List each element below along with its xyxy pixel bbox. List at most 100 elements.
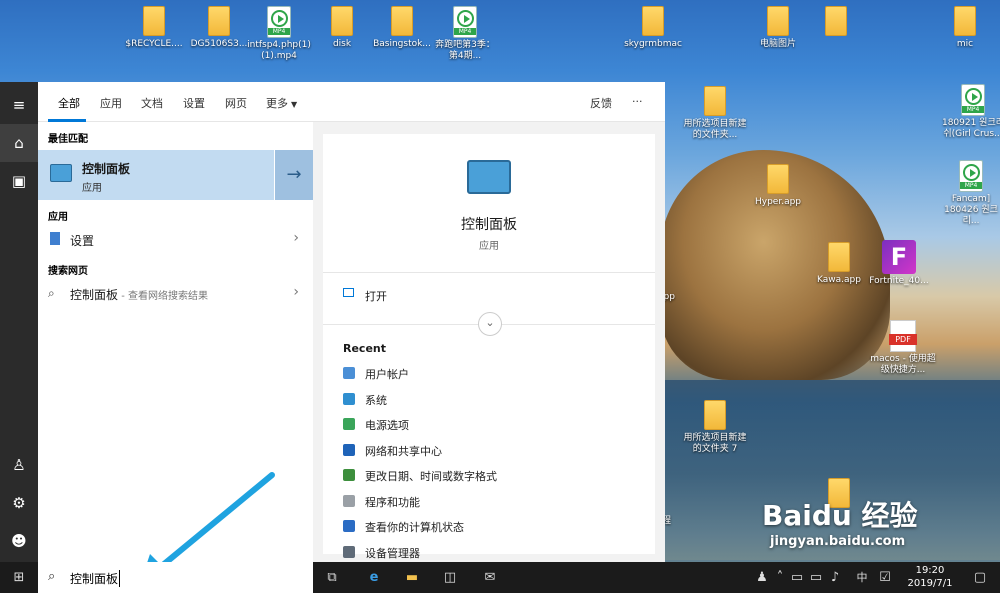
windows-start-icon[interactable]: ⊞ bbox=[5, 562, 33, 593]
web-search-label: 控制面板 - 查看网络搜索结果 bbox=[70, 286, 208, 303]
desktop-icon-folder[interactable]: Basingstok... bbox=[369, 6, 435, 50]
hamburger-icon[interactable]: ≡ bbox=[0, 86, 38, 124]
search-input[interactable]: 控制面板 bbox=[70, 570, 121, 587]
desktop-icon-label: skygrmbmac bbox=[624, 39, 682, 49]
desktop-icon-mp4[interactable]: MP4 Fancam] 180426 원크리... bbox=[938, 160, 1000, 227]
open-action[interactable]: 打开 bbox=[323, 282, 655, 308]
settings-gear-icon[interactable]: ⚙ bbox=[0, 484, 38, 522]
desktop-icon-fortnite[interactable]: F Fortnite_40... bbox=[866, 240, 932, 287]
folder-icon bbox=[767, 6, 789, 36]
recent-item[interactable]: 用户帐户 bbox=[365, 366, 409, 382]
preview-card: 控制面板 应用 打开 ⌄ Recent 用户帐户 系统 电源选项 网络和共享中心 更改日… bbox=[323, 134, 655, 560]
folder-icon bbox=[954, 6, 976, 36]
open-arrow-icon[interactable]: → bbox=[275, 150, 313, 200]
recent-item[interactable]: 程序和功能 bbox=[365, 494, 420, 510]
divider bbox=[323, 272, 655, 273]
desktop-icon-folder[interactable]: 电脑图片 bbox=[745, 6, 811, 50]
folder-icon bbox=[143, 6, 165, 36]
chevron-down-icon: ▼ bbox=[291, 100, 298, 109]
ime-indicator[interactable]: 中 bbox=[852, 562, 872, 593]
account-icon[interactable]: ♙ bbox=[0, 446, 38, 484]
tab-documents[interactable]: 文档 bbox=[141, 95, 163, 111]
desktop-icon-folder[interactable]: DG5106S3... bbox=[186, 6, 252, 50]
folder-icon bbox=[704, 400, 726, 430]
watermark: Baidu 经验 jingyan.baidu.com bbox=[762, 498, 918, 549]
notification-center-icon[interactable]: ▢ bbox=[966, 562, 994, 593]
search-panel: 全部 应用 文档 设置 网页 更多 ▼ 反馈 ··· 最佳匹配 控制面板 应用 →… bbox=[38, 82, 665, 562]
desktop-icon-mp4[interactable]: MP4 奔跑吧第3季：第4期... bbox=[432, 6, 498, 62]
desktop-icon-folder[interactable]: disk bbox=[309, 6, 375, 50]
desktop-icon-folder[interactable]: Kawa.app bbox=[806, 242, 872, 286]
battery-icon[interactable]: ▭ bbox=[806, 562, 826, 593]
control-panel-icon bbox=[50, 164, 72, 182]
chevron-right-icon: › bbox=[293, 284, 299, 300]
network-icon[interactable]: ▭ bbox=[788, 562, 806, 593]
preview-pane: 控制面板 应用 打开 ⌄ Recent 用户帐户 系统 电源选项 网络和共享中心 更改日… bbox=[313, 122, 665, 562]
settings-result-label: 设置 bbox=[70, 234, 95, 248]
edge-browser-icon[interactable]: e bbox=[360, 562, 388, 593]
desktop-icon-folder[interactable]: Hyper.app bbox=[745, 164, 811, 208]
clock[interactable]: 19:20 2019/7/1 bbox=[900, 564, 960, 590]
action-checkbox-icon[interactable]: ☑ bbox=[876, 562, 894, 593]
desktop-partial-label: 程 bbox=[662, 516, 672, 526]
desktop-icon-folder[interactable]: 用所选项目新建的文件夹... bbox=[682, 86, 748, 141]
desktop-icon-folder[interactable] bbox=[803, 6, 869, 39]
desktop-icon-folder[interactable]: $RECYCLE.... bbox=[121, 6, 187, 50]
recent-item-icon bbox=[343, 494, 355, 507]
recent-item[interactable]: 网络和共享中心 bbox=[365, 443, 442, 459]
tab-apps[interactable]: 应用 bbox=[100, 95, 122, 111]
tab-settings[interactable]: 设置 bbox=[183, 95, 205, 111]
expand-chevron-icon[interactable]: ⌄ bbox=[478, 312, 502, 336]
show-hidden-icons-icon[interactable]: ˄ bbox=[772, 562, 788, 593]
desktop-icon-label: Kawa.app bbox=[817, 275, 861, 285]
recent-item-icon bbox=[343, 520, 355, 532]
recent-item[interactable]: 查看你的计算机状态 bbox=[365, 519, 464, 535]
settings-result[interactable]: 设置 › bbox=[38, 226, 313, 254]
folder-icon bbox=[208, 6, 230, 36]
web-search-result[interactable]: ⌕ 控制面板 - 查看网络搜索结果 › bbox=[38, 280, 313, 308]
tab-all[interactable]: 全部 bbox=[58, 95, 80, 111]
pdf-file-icon: PDF bbox=[889, 320, 917, 352]
best-match-item[interactable]: 控制面板 应用 bbox=[38, 150, 274, 200]
video-file-icon: MP4 bbox=[267, 6, 291, 38]
web-search-header: 搜索网页 bbox=[48, 266, 88, 277]
desktop-icon-mp4[interactable]: MP4 intfsp4.php(1)(1).mp4 bbox=[246, 6, 312, 62]
search-tabs: 全部 应用 文档 设置 网页 更多 ▼ 反馈 ··· bbox=[38, 82, 665, 122]
desktop-icon-label: disk bbox=[332, 39, 352, 49]
file-explorer-icon[interactable]: ▬ bbox=[398, 562, 426, 593]
desktop-icon-folder[interactable]: 用所选项目新建的文件夹 7 bbox=[682, 400, 748, 455]
recent-item-icon bbox=[343, 443, 355, 456]
control-panel-large-icon bbox=[467, 160, 511, 194]
desktop-icon-label: intfsp4.php(1)(1).mp4 bbox=[247, 40, 311, 61]
folder-icon bbox=[825, 6, 847, 36]
desktop-icon-pdf[interactable]: PDF macos - 使用超级快捷方... bbox=[870, 320, 936, 376]
apps-header: 应用 bbox=[48, 212, 68, 223]
home-icon[interactable]: ⌂ bbox=[0, 124, 38, 162]
tab-more[interactable]: 更多 ▼ bbox=[266, 95, 297, 111]
desktop-icon-folder[interactable]: skygrmbmac bbox=[620, 6, 686, 50]
folder-icon bbox=[767, 164, 789, 194]
start-rail: ≡ ⌂ ▣ ♙ ⚙ ☻ bbox=[0, 82, 38, 562]
feedback-person-icon[interactable]: ☻ bbox=[0, 522, 38, 560]
desktop-icon-label: $RECYCLE.... bbox=[125, 39, 183, 49]
volume-icon[interactable]: ♪ bbox=[826, 562, 844, 593]
desktop-icon-folder[interactable]: mic bbox=[932, 6, 998, 50]
recent-item[interactable]: 设备管理器 bbox=[365, 545, 420, 561]
recent-item-icon bbox=[343, 469, 355, 481]
recent-item[interactable]: 更改日期、时间或数字格式 bbox=[365, 468, 497, 484]
recent-item-icon bbox=[343, 392, 355, 405]
chevron-right-icon: › bbox=[293, 230, 299, 246]
desktop-icon-mp4[interactable]: MP4 180921 원크리쉬(Girl Crus... bbox=[940, 84, 1000, 140]
recent-item[interactable]: 电源选项 bbox=[365, 417, 409, 433]
documents-icon[interactable]: ▣ bbox=[0, 162, 38, 200]
recent-item-icon bbox=[343, 367, 355, 379]
taskbar-search-box[interactable]: ⌕ 控制面板 bbox=[38, 562, 313, 593]
mail-icon[interactable]: ✉ bbox=[476, 562, 504, 593]
store-icon[interactable]: ◫ bbox=[436, 562, 464, 593]
tab-web[interactable]: 网页 bbox=[225, 95, 247, 111]
recent-item[interactable]: 系统 bbox=[365, 392, 387, 408]
feedback-link[interactable]: 反馈 bbox=[590, 95, 612, 111]
task-view-icon[interactable]: ⧉ bbox=[318, 562, 346, 593]
more-options-icon[interactable]: ··· bbox=[632, 95, 643, 108]
desktop-icon-label: 用所选项目新建的文件夹... bbox=[683, 119, 747, 140]
